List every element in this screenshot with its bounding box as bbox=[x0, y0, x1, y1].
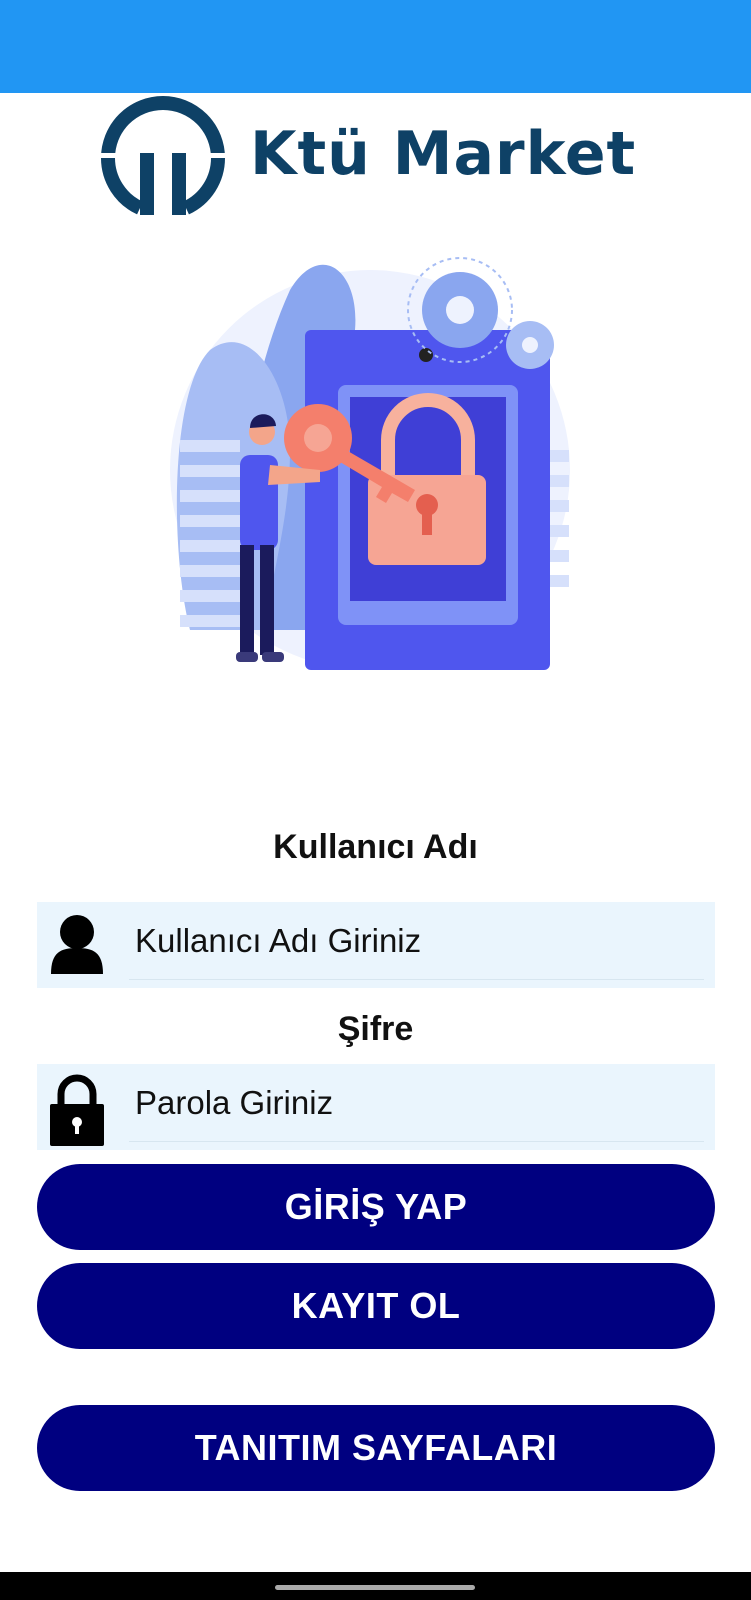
status-bar bbox=[0, 0, 751, 93]
password-label: Şifre bbox=[337, 1010, 414, 1048]
ktu-logo-icon bbox=[100, 96, 228, 223]
security-illustration bbox=[170, 257, 570, 670]
login-button[interactable]: GİRİŞ YAP bbox=[37, 1164, 715, 1250]
password-input[interactable] bbox=[129, 1064, 704, 1142]
brand-name: Ktü Market bbox=[250, 119, 637, 189]
app-logo: Ktü Market bbox=[100, 95, 660, 223]
username-field bbox=[37, 902, 715, 988]
username-input[interactable] bbox=[129, 902, 704, 980]
home-gesture-handle[interactable] bbox=[275, 1585, 475, 1590]
user-icon bbox=[51, 915, 103, 974]
password-field bbox=[37, 1064, 715, 1150]
lock-icon bbox=[50, 1074, 104, 1146]
register-button[interactable]: KAYIT OL bbox=[37, 1263, 715, 1349]
navigation-bar bbox=[0, 1572, 751, 1600]
intro-pages-button[interactable]: TANITIM SAYFALARI bbox=[37, 1405, 715, 1491]
username-label: Kullanıcı Adı bbox=[273, 828, 478, 866]
